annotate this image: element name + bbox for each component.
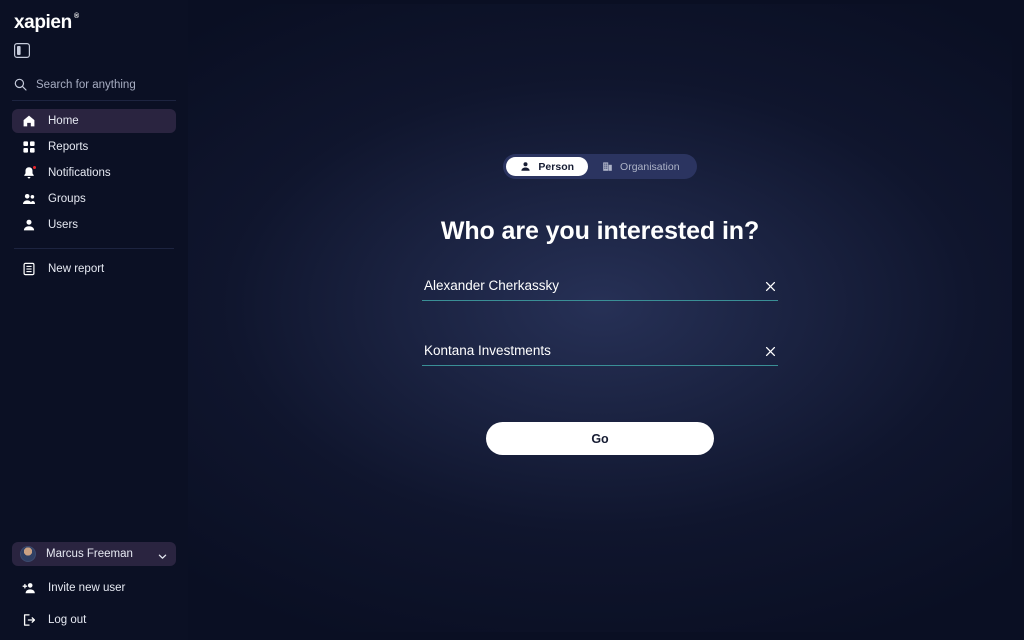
- user-icon: [22, 218, 36, 232]
- users-group-icon: [22, 192, 36, 206]
- chevron-down-icon: [157, 549, 168, 560]
- tab-person-label: Person: [538, 160, 575, 173]
- query-field-1[interactable]: [422, 278, 778, 301]
- sidebar-item-reports[interactable]: Reports: [12, 135, 176, 159]
- app-root: xapien ® Search for anything Home Report…: [0, 0, 1024, 640]
- search-form: Person Organisation Who are you interest…: [188, 4, 1012, 455]
- sidebar-nav: Home Reports Notifications Groups Users …: [12, 109, 176, 283]
- entity-type-toggle: Person Organisation: [503, 154, 697, 179]
- building-icon: [602, 161, 613, 172]
- nav-divider: [14, 248, 174, 249]
- page-title: Who are you interested in?: [440, 217, 760, 245]
- sidebar-item-label: New report: [48, 263, 105, 275]
- user-avatar: [20, 546, 36, 562]
- clear-subject-name-button[interactable]: [763, 279, 778, 294]
- subject-name-input[interactable]: [422, 278, 755, 294]
- notification-badge: [32, 165, 37, 170]
- sidebar: xapien ® Search for anything Home Report…: [0, 0, 188, 640]
- trademark-mark: ®: [74, 13, 79, 20]
- grid-icon: [22, 140, 36, 154]
- search-icon: [14, 78, 27, 91]
- query-field-2[interactable]: [422, 343, 778, 366]
- brand-logo[interactable]: xapien ®: [12, 0, 176, 34]
- sidebar-item-label: Users: [48, 219, 79, 231]
- footer-item-label: Log out: [48, 614, 87, 626]
- home-icon: [22, 114, 36, 128]
- sidebar-item-label: Reports: [48, 141, 89, 153]
- sidebar-item-label: Notifications: [48, 167, 111, 179]
- tab-person[interactable]: Person: [506, 157, 589, 176]
- clear-context-button[interactable]: [763, 344, 778, 359]
- bell-icon: [22, 165, 37, 180]
- person-icon: [520, 161, 531, 172]
- context-input[interactable]: [422, 343, 755, 359]
- search-bar[interactable]: [12, 78, 176, 101]
- invite-new-user-button[interactable]: Invite new user: [12, 576, 176, 600]
- sidebar-item-label: Home: [48, 115, 79, 127]
- sidebar-item-groups[interactable]: Groups: [12, 187, 176, 211]
- main-panel: Person Organisation Who are you interest…: [188, 4, 1012, 632]
- user-name: Marcus Freeman: [46, 548, 133, 560]
- go-button[interactable]: Go: [486, 422, 714, 455]
- sidebar-item-new-report[interactable]: New report: [12, 257, 176, 281]
- sidebar-item-notifications[interactable]: Notifications: [12, 161, 176, 185]
- tab-organisation-label: Organisation: [620, 160, 680, 173]
- query-fields: [422, 278, 778, 408]
- log-out-button[interactable]: Log out: [12, 608, 176, 632]
- brand-name: xapien: [14, 12, 72, 33]
- tab-organisation[interactable]: Organisation: [588, 157, 694, 176]
- sidebar-item-label: Groups: [48, 193, 86, 205]
- search-input[interactable]: [36, 78, 176, 91]
- sidebar-footer: Marcus Freeman Invite new user Log out: [12, 542, 176, 632]
- user-profile-menu[interactable]: Marcus Freeman: [12, 542, 176, 566]
- document-list-icon: [22, 262, 36, 276]
- user-plus-icon: [22, 581, 36, 595]
- sidebar-item-users[interactable]: Users: [12, 213, 176, 237]
- sidebar-item-home[interactable]: Home: [12, 109, 176, 133]
- logout-icon: [22, 613, 36, 627]
- panel-collapse-icon[interactable]: [14, 43, 30, 58]
- footer-item-label: Invite new user: [48, 582, 126, 594]
